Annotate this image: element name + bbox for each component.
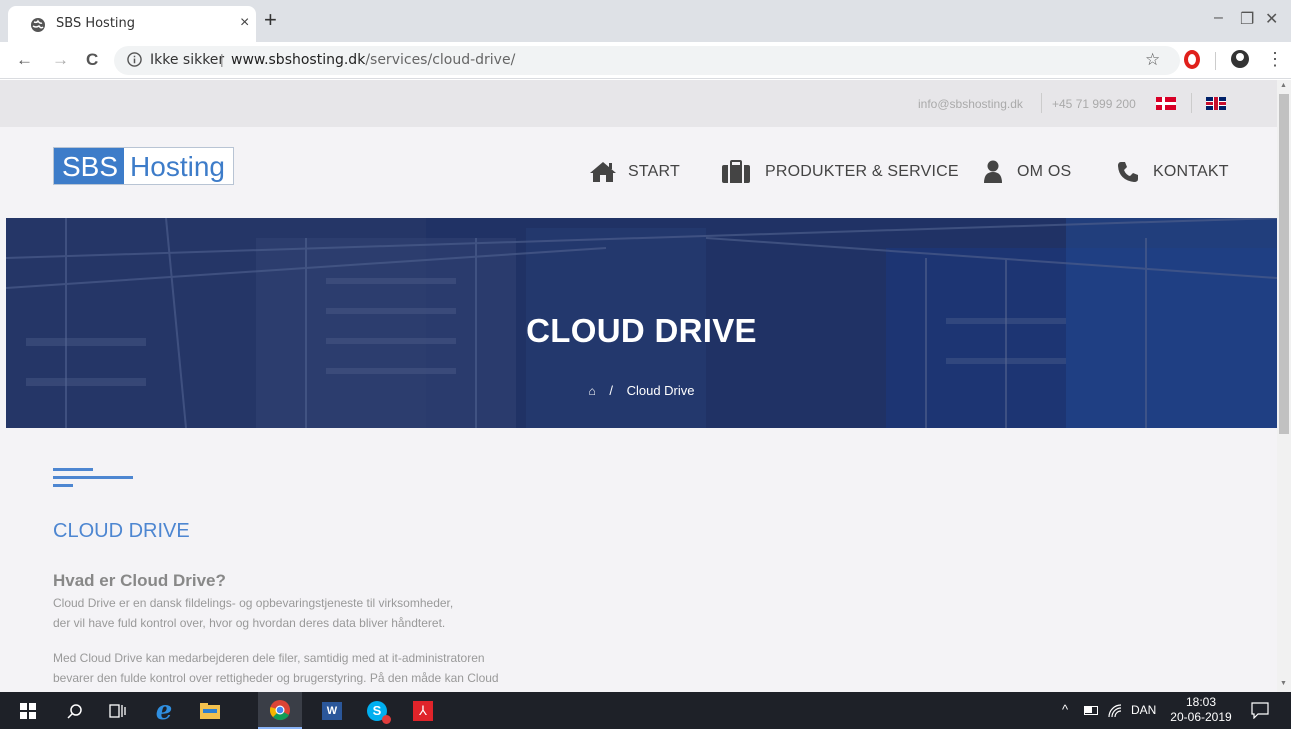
breadcrumb-separator: / xyxy=(609,383,613,398)
site-header: SBS Hosting START PRODUKTER & SERVICE OM… xyxy=(0,127,1277,218)
nav-label: START xyxy=(628,163,680,180)
hero-title: CLOUD DRIVE xyxy=(526,312,757,349)
page-scrollbar[interactable]: ▲ ▼ xyxy=(1277,80,1291,692)
breadcrumb-current: Cloud Drive xyxy=(626,383,695,398)
nav-item-produkter[interactable]: PRODUKTER & SERVICE xyxy=(721,159,959,185)
wifi-icon[interactable] xyxy=(1107,703,1123,719)
reload-button[interactable]: C xyxy=(86,50,98,70)
word-icon-label: W xyxy=(322,701,342,720)
topbar-divider xyxy=(1191,93,1192,113)
paragraph-1: Cloud Drive er en dansk fildelings- og o… xyxy=(53,593,453,633)
url-text[interactable]: www.sbshosting.dk/services/cloud-drive/ xyxy=(231,52,515,68)
clock-time: 18:03 xyxy=(1185,695,1217,709)
url-host: www.sbshosting.dk xyxy=(231,52,366,68)
contact-topbar: info@sbshosting.dk +45 71 999 200 xyxy=(0,80,1277,127)
phone-icon xyxy=(1118,162,1138,182)
user-icon xyxy=(984,160,1002,183)
close-tab-icon[interactable]: × xyxy=(240,14,249,32)
language-indicator[interactable]: DAN xyxy=(1131,703,1156,717)
show-hidden-icons[interactable]: ^ xyxy=(1062,702,1068,717)
decorative-line xyxy=(53,484,73,487)
tab-strip: SBS Hosting × + – ❐ ✕ xyxy=(0,0,1291,42)
skype-icon[interactable]: S xyxy=(357,692,397,729)
search-icon[interactable] xyxy=(55,692,95,729)
windows-taskbar: e W S ⅄ ^ DAN 18:03 20-06-2019 xyxy=(0,692,1291,729)
nav-item-om-os[interactable]: OM OS xyxy=(983,159,1071,185)
task-view-icon[interactable] xyxy=(98,692,138,729)
windows-start-icon[interactable] xyxy=(8,692,48,729)
paragraph-line: Med Cloud Drive kan medarbejderen dele f… xyxy=(53,651,485,665)
decorative-line xyxy=(53,468,93,471)
url-separator: | xyxy=(220,51,224,67)
notifications-icon[interactable] xyxy=(1251,702,1269,719)
site-logo[interactable]: SBS Hosting xyxy=(53,147,234,185)
danish-flag-icon[interactable] xyxy=(1156,97,1176,110)
menu-icon[interactable]: ⋮ xyxy=(1266,49,1284,70)
uk-flag-icon[interactable] xyxy=(1206,97,1226,110)
address-bar[interactable]: Ikke sikker | www.sbshosting.dk/services… xyxy=(114,46,1180,75)
nav-item-start[interactable]: START xyxy=(589,159,680,185)
nav-label: PRODUKTER & SERVICE xyxy=(765,163,959,180)
logo-sbs: SBS xyxy=(54,148,125,184)
hero-banner: CLOUD DRIVE ⌂ / Cloud Drive xyxy=(6,218,1277,428)
info-icon[interactable] xyxy=(127,52,142,67)
acrobat-icon[interactable]: ⅄ xyxy=(403,692,443,729)
paragraph-line: der vil have fuld kontrol over, hvor og … xyxy=(53,616,446,630)
restore-icon[interactable]: ❐ xyxy=(1240,9,1254,29)
browser-toolbar: ← → C Ikke sikker | www.sbshosting.dk/se… xyxy=(0,42,1291,79)
scroll-thumb[interactable] xyxy=(1279,94,1289,434)
logo-hosting: Hosting xyxy=(124,148,233,184)
contact-phone-link[interactable]: +45 71 999 200 xyxy=(1052,97,1136,111)
contact-email-link[interactable]: info@sbshosting.dk xyxy=(918,97,1023,111)
breadcrumb: ⌂ / Cloud Drive xyxy=(6,383,1277,398)
paragraph-2: Med Cloud Drive kan medarbejderen dele f… xyxy=(53,648,499,688)
scroll-up-icon[interactable]: ▲ xyxy=(1280,82,1287,89)
section-title: CLOUD DRIVE xyxy=(53,520,190,542)
file-explorer-icon[interactable] xyxy=(190,692,230,729)
back-button[interactable]: ← xyxy=(16,50,33,70)
nav-label: KONTAKT xyxy=(1153,163,1229,180)
topbar-divider xyxy=(1041,93,1042,113)
briefcase-icon xyxy=(722,160,750,183)
globe-icon xyxy=(31,18,45,32)
paragraph-line: Cloud Drive er en dansk fildelings- og o… xyxy=(53,596,454,610)
word-icon[interactable]: W xyxy=(312,692,352,729)
browser-tab[interactable]: SBS Hosting × xyxy=(8,6,256,42)
nav-label: OM OS xyxy=(1017,163,1072,180)
page-viewport: info@sbshosting.dk +45 71 999 200 SBS Ho… xyxy=(0,80,1277,692)
edge-icon[interactable]: e xyxy=(144,692,184,729)
clock[interactable]: 18:03 20-06-2019 xyxy=(1166,695,1236,725)
main-content: CLOUD DRIVE Hvad er Cloud Drive? Cloud D… xyxy=(0,428,1277,692)
battery-icon[interactable] xyxy=(1084,706,1098,715)
nav-item-kontakt[interactable]: KONTAKT xyxy=(1117,159,1229,185)
minimize-icon[interactable]: – xyxy=(1214,9,1223,27)
opera-icon[interactable] xyxy=(1184,50,1200,69)
chrome-taskbar-icon[interactable] xyxy=(258,692,302,729)
security-label: Ikke sikker xyxy=(150,52,225,68)
toolbar-divider xyxy=(1215,52,1216,70)
new-tab-button[interactable]: + xyxy=(264,7,277,33)
forward-button[interactable]: → xyxy=(52,50,69,70)
scroll-down-icon[interactable]: ▼ xyxy=(1280,680,1287,687)
url-path: /services/cloud-drive/ xyxy=(365,52,516,68)
paragraph-line: bevarer den fulde kontrol over rettighed… xyxy=(53,671,499,685)
star-icon[interactable]: ☆ xyxy=(1145,50,1160,70)
home-icon[interactable]: ⌂ xyxy=(588,384,595,398)
window-close-icon[interactable]: ✕ xyxy=(1265,9,1278,29)
tab-title: SBS Hosting xyxy=(56,16,136,31)
home-icon xyxy=(590,162,616,182)
subheading: Hvad er Cloud Drive? xyxy=(53,571,226,590)
profile-icon[interactable] xyxy=(1231,50,1249,68)
clock-date: 20-06-2019 xyxy=(1170,710,1232,724)
decorative-line xyxy=(53,476,133,479)
